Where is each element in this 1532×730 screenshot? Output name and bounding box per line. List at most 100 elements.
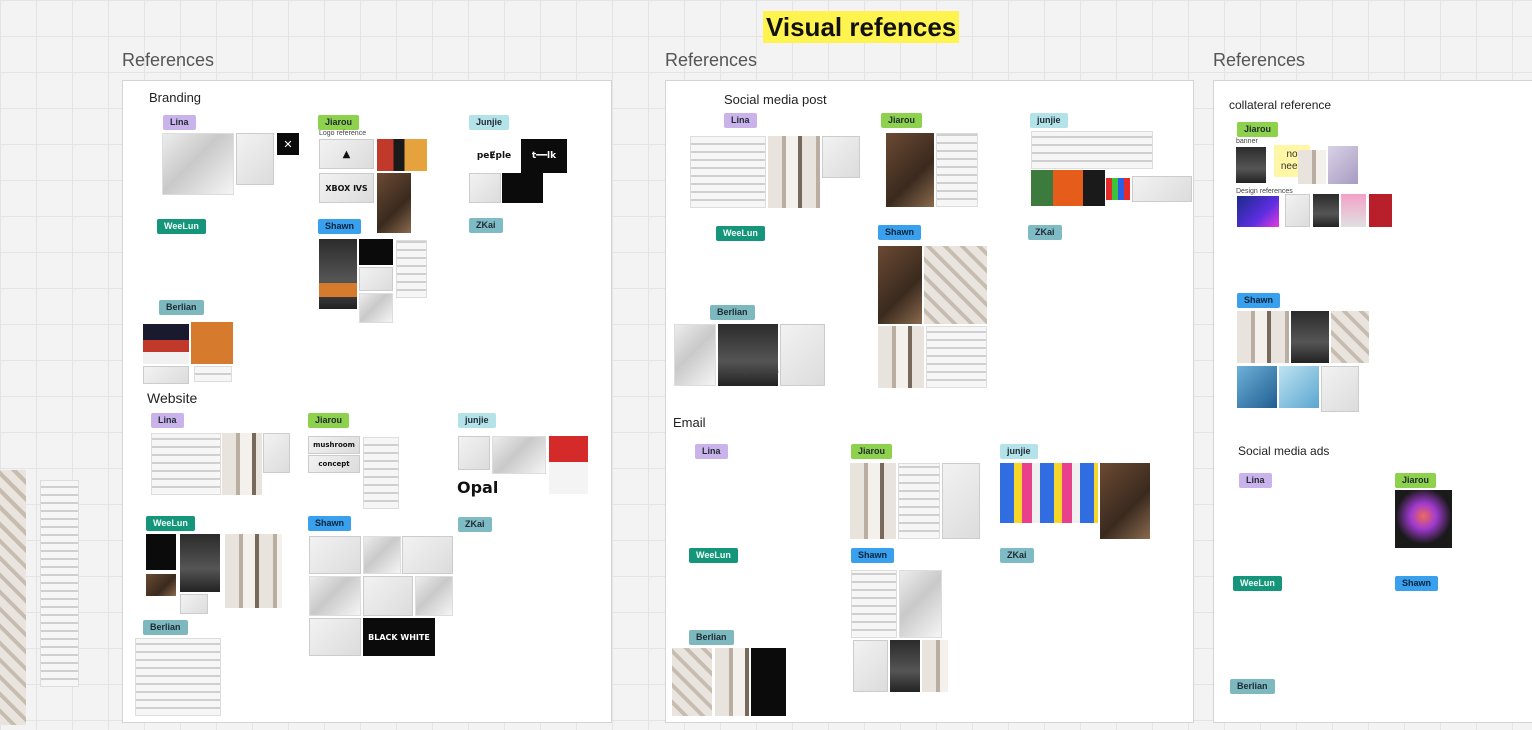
reference-image[interactable] — [162, 133, 234, 195]
reference-image[interactable] — [898, 463, 940, 539]
member-tag-weelun[interactable]: WeeLun — [157, 219, 206, 234]
member-tag-berlian[interactable]: Berlian — [689, 630, 734, 645]
reference-image[interactable] — [768, 136, 820, 208]
member-tag-zkai[interactable]: ZKai — [469, 218, 503, 233]
member-tag-shawn[interactable]: Shawn — [1237, 293, 1281, 308]
member-tag-shawn[interactable]: Shawn — [1395, 576, 1439, 591]
reference-image[interactable] — [674, 324, 716, 386]
reference-image[interactable] — [1291, 311, 1329, 363]
reference-image[interactable] — [1000, 463, 1098, 523]
member-tag-junjie[interactable]: junjie — [1030, 113, 1068, 128]
reference-image[interactable] — [396, 240, 427, 298]
reference-image[interactable] — [715, 648, 749, 716]
member-tag-weelun[interactable]: WeeLun — [1233, 576, 1282, 591]
reference-image[interactable] — [1321, 366, 1359, 412]
reference-image[interactable] — [458, 436, 490, 470]
member-tag-jiarou[interactable]: Jiarou — [881, 113, 923, 128]
reference-image[interactable] — [146, 574, 176, 596]
reference-image[interactable] — [415, 576, 453, 616]
reference-image[interactable] — [850, 463, 896, 539]
reference-image[interactable] — [363, 437, 399, 509]
reference-image[interactable] — [359, 267, 393, 291]
reference-image[interactable] — [225, 534, 282, 608]
member-tag-berlian[interactable]: Berlian — [143, 620, 188, 635]
reference-image[interactable]: XBOX ⅣS — [319, 173, 374, 203]
member-tag-shawn[interactable]: Shawn — [851, 548, 895, 563]
reference-image[interactable] — [359, 293, 393, 323]
reference-image[interactable] — [1328, 146, 1358, 184]
reference-image[interactable] — [263, 433, 290, 473]
reference-image[interactable] — [1313, 194, 1339, 227]
member-tag-zkai[interactable]: ZKai — [1028, 225, 1062, 240]
reference-image[interactable] — [236, 133, 274, 185]
member-tag-lina[interactable]: Lina — [1239, 473, 1272, 488]
member-tag-berlian[interactable]: Berlian — [1230, 679, 1275, 694]
reference-image[interactable] — [886, 133, 934, 207]
member-tag-junjie[interactable]: Junjie — [469, 115, 510, 130]
member-tag-berlian[interactable]: Berlian — [159, 300, 204, 315]
reference-image[interactable] — [492, 436, 546, 474]
member-tag-weelun[interactable]: WeeLun — [146, 516, 195, 531]
reference-image[interactable] — [146, 534, 176, 570]
reference-image[interactable] — [942, 463, 980, 539]
member-tag-weelun[interactable]: WeeLun — [689, 548, 738, 563]
reference-image[interactable] — [822, 136, 860, 178]
frame-label[interactable]: References — [122, 50, 214, 71]
member-tag-jiarou[interactable]: Jiarou — [851, 444, 893, 459]
member-tag-jiarou[interactable]: Jiarou — [1237, 122, 1279, 137]
reference-image[interactable] — [1237, 196, 1279, 227]
reference-image[interactable]: concept — [308, 455, 360, 473]
reference-image[interactable] — [853, 640, 888, 692]
frame-label[interactable]: References — [1213, 50, 1305, 71]
member-tag-shawn[interactable]: Shawn — [318, 219, 362, 234]
member-tag-zkai[interactable]: ZKai — [458, 517, 492, 532]
reference-image[interactable] — [549, 436, 588, 494]
reference-image[interactable] — [1395, 490, 1452, 548]
reference-image[interactable] — [319, 283, 357, 297]
board-title[interactable]: Visual refences — [763, 11, 960, 43]
offscreen-reference-strip[interactable] — [40, 480, 79, 687]
reference-image[interactable] — [1031, 131, 1153, 169]
member-tag-jiarou[interactable]: Jiarou — [1395, 473, 1437, 488]
reference-image[interactable] — [922, 640, 948, 692]
reference-image[interactable] — [1132, 176, 1192, 202]
member-tag-berlian[interactable]: Berlian — [710, 305, 755, 320]
reference-image[interactable]: mushroom — [308, 436, 360, 454]
reference-image[interactable] — [924, 246, 987, 324]
member-tag-lina[interactable]: Lina — [151, 413, 184, 428]
member-tag-lina[interactable]: Lina — [724, 113, 757, 128]
member-tag-junjie[interactable]: junjie — [458, 413, 496, 428]
reference-image[interactable] — [319, 239, 357, 309]
member-tag-shawn[interactable]: Shawn — [878, 225, 922, 240]
reference-image[interactable] — [1236, 147, 1266, 183]
reference-image[interactable] — [718, 324, 778, 386]
reference-image[interactable] — [143, 324, 189, 364]
offscreen-reference-strip[interactable] — [0, 470, 26, 725]
reference-image[interactable] — [151, 433, 221, 495]
reference-image[interactable] — [890, 640, 920, 692]
reference-image[interactable]: ▲ — [319, 139, 374, 169]
reference-image[interactable] — [469, 173, 501, 203]
member-tag-lina[interactable]: Lina — [695, 444, 728, 459]
reference-image[interactable] — [135, 638, 221, 716]
reference-image[interactable] — [363, 576, 413, 616]
reference-image[interactable] — [690, 136, 766, 208]
reference-image[interactable] — [377, 173, 411, 233]
reference-image[interactable] — [1106, 178, 1130, 200]
reference-image[interactable]: peɆple — [469, 139, 519, 173]
reference-image[interactable] — [1279, 366, 1319, 408]
reference-image[interactable] — [851, 570, 897, 638]
reference-image[interactable] — [926, 326, 987, 388]
member-tag-lina[interactable]: Lina — [163, 115, 196, 130]
reference-image[interactable] — [751, 648, 786, 716]
member-tag-weelun[interactable]: WeeLun — [716, 226, 765, 241]
reference-image[interactable] — [1341, 194, 1366, 227]
reference-image[interactable] — [1285, 194, 1310, 227]
member-tag-jiarou[interactable]: Jiarou — [308, 413, 350, 428]
reference-image[interactable]: ✕ — [277, 133, 299, 155]
reference-image[interactable] — [1100, 463, 1150, 539]
reference-image[interactable] — [191, 322, 233, 364]
reference-image[interactable] — [672, 648, 712, 716]
member-tag-zkai[interactable]: ZKai — [1000, 548, 1034, 563]
reference-image[interactable] — [878, 326, 924, 388]
